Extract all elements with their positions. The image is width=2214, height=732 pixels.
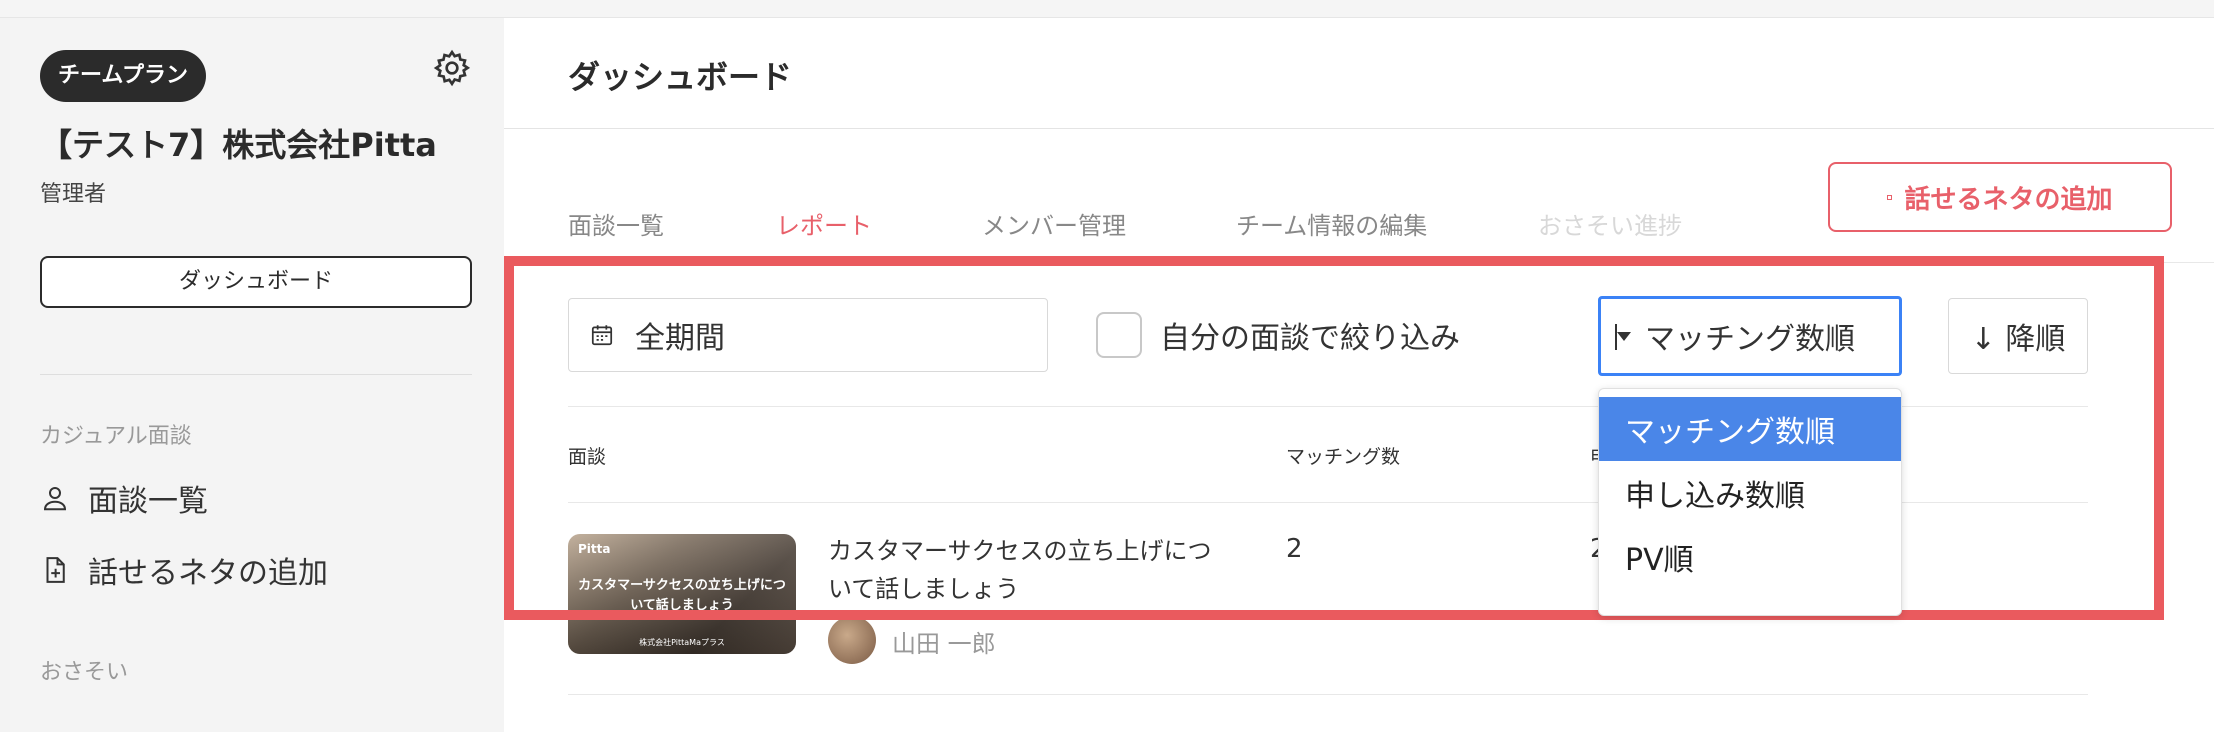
tab-bar: 面談一覧 レポート メンバー管理 チーム情報の編集 おさそい進捗 [568, 206, 1682, 241]
sort-dropdown-menu: マッチング数順 申し込み数順 PV順 [1598, 388, 1902, 616]
row-divider [568, 694, 2088, 695]
tab-report[interactable]: レポート [776, 206, 982, 241]
page-title: ダッシュボード [568, 58, 793, 96]
sidebar-divider [40, 374, 472, 375]
thumbnail-footer: 株式会社PittaMaプラス [639, 638, 725, 647]
sidebar: チームプラン 【テスト7】株式会社Pitta 管理者 ダッシュボード カジュアル… [10, 18, 504, 732]
sidebar-item-label: 話せるネタの追加 [88, 556, 328, 591]
company-name: 【テスト7】株式会社Pitta [40, 126, 437, 164]
header-divider [504, 128, 2214, 129]
add-document-icon [46, 557, 65, 583]
plus-icon [1887, 194, 1893, 200]
avatar [828, 616, 876, 664]
main-panel: ダッシュボード 話せるネタの追加 面談一覧 レポート メンバー管理 チーム情報の… [504, 18, 2214, 732]
gear-icon[interactable] [432, 48, 472, 88]
add-topic-button[interactable]: 話せるネタの追加 [1828, 162, 2172, 232]
tab-invite-progress[interactable]: おさそい進捗 [1538, 206, 1682, 241]
sidebar-item-interviews[interactable]: 面談一覧 [40, 476, 208, 520]
sort-option-pv[interactable]: PV順 [1599, 525, 1901, 589]
add-topic-label: 話せるネタの追加 [1904, 184, 2113, 215]
tab-members[interactable]: メンバー管理 [982, 206, 1236, 241]
person-icon [43, 487, 67, 511]
highlight-frame [504, 256, 2164, 620]
sidebar-item-add-topic[interactable]: 話せるネタの追加 [40, 548, 328, 592]
plan-badge: チームプラン [40, 50, 207, 102]
sort-option-matches[interactable]: マッチング数順 [1599, 397, 1901, 461]
tab-team-info[interactable]: チーム情報の編集 [1236, 206, 1538, 241]
dashboard-button[interactable]: ダッシュボード [40, 256, 472, 308]
section-label-invite: おさそい [40, 660, 129, 685]
user-role: 管理者 [40, 182, 107, 207]
browser-top-strip [0, 0, 2214, 18]
tab-interviews[interactable]: 面談一覧 [568, 206, 776, 241]
author-name: 山田 一郎 [892, 630, 996, 658]
sidebar-item-label: 面談一覧 [88, 484, 208, 519]
sort-option-applications[interactable]: 申し込み数順 [1599, 461, 1901, 525]
section-label-casual: カジュアル面談 [40, 424, 192, 449]
